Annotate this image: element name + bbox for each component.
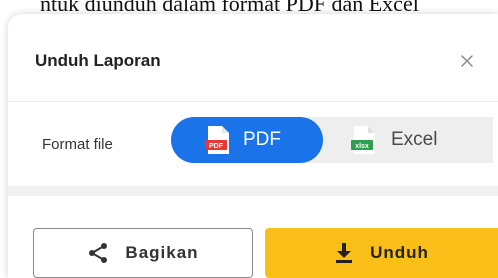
share-button[interactable]: Bagikan — [33, 228, 253, 278]
download-button[interactable]: Unduh — [265, 228, 498, 278]
close-icon — [461, 55, 473, 67]
close-button[interactable] — [452, 46, 482, 76]
format-option-pdf[interactable]: PDF PDF — [171, 117, 323, 163]
format-segmented-control: PDF PDF xlsx Excel — [171, 117, 493, 163]
share-button-label: Bagikan — [125, 243, 199, 262]
dialog-header: Unduh Laporan — [8, 14, 498, 102]
format-option-excel[interactable]: xlsx Excel — [351, 117, 493, 163]
download-button-label: Unduh — [370, 243, 429, 262]
section-divider — [8, 186, 498, 196]
share-icon — [87, 242, 109, 264]
xlsx-icon-text: xlsx — [355, 143, 369, 150]
download-icon — [334, 242, 354, 264]
format-label: Format file — [42, 136, 113, 153]
pdf-file-icon: PDF — [205, 126, 229, 154]
pdf-icon-text: PDF — [209, 143, 224, 150]
format-option-pdf-label: PDF — [243, 129, 281, 150]
xlsx-file-icon: xlsx — [351, 126, 375, 154]
dialog-title: Unduh Laporan — [35, 51, 161, 70]
format-option-excel-label: Excel — [391, 129, 438, 150]
format-selector-row: Format file PDF PDF xlsx Excel — [8, 102, 498, 186]
download-report-dialog: Unduh Laporan Format file PDF PDF xlsx E… — [8, 14, 498, 278]
